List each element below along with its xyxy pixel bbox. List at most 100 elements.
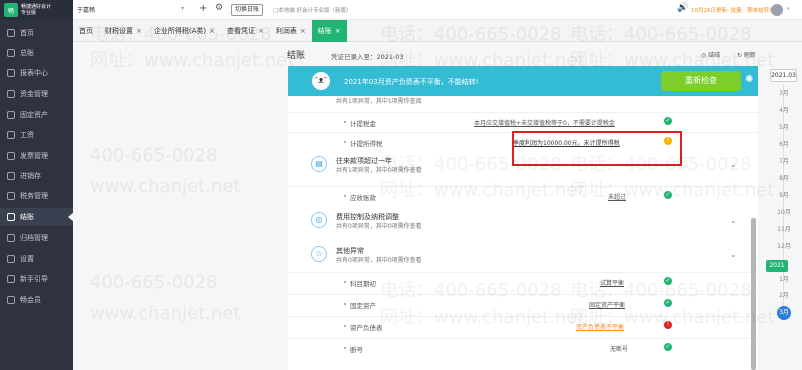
month-item[interactable]: 6月 (774, 139, 794, 151)
close-icon[interactable]: × (300, 27, 306, 35)
tab-view-voucher[interactable]: 查看凭证 × (221, 20, 270, 42)
tab-label: 企业所得税(A类) (153, 27, 207, 35)
bullet (344, 281, 346, 283)
tab-label: 查看凭证 (227, 27, 256, 35)
month-item[interactable]: 11月 (774, 224, 794, 236)
sidebar-item-label: 固定资产 (20, 111, 48, 119)
check-value[interactable]: 固定资产平衡 (589, 300, 625, 309)
close-icon[interactable]: × (335, 27, 341, 35)
chevron-down-icon[interactable]: ⌄ (730, 160, 737, 169)
tab-income-tax[interactable]: 企业所得税(A类) × (148, 20, 221, 42)
month-item[interactable]: 2月 (774, 290, 794, 302)
tab-income-statement[interactable]: 利润表 × (270, 20, 312, 42)
close-icon[interactable]: × (136, 27, 142, 35)
group-summary: 共有0项异常，其中0项需你查看 (336, 257, 422, 264)
chevron-down-icon[interactable]: ⌄ (730, 250, 737, 259)
mascot-icon: ᵔᴥᵔ (312, 72, 330, 90)
avatar[interactable] (771, 4, 783, 16)
home-icon (7, 29, 15, 37)
close-icon[interactable]: × (209, 27, 215, 35)
group-summary: 共有1项异常，其中1项需你查阅 (336, 98, 422, 105)
inventory-icon (7, 172, 15, 180)
sidebar-item-guide[interactable]: 新手引导 (0, 270, 73, 288)
month-item[interactable]: 3月 (774, 88, 794, 100)
sidebar-item-archive[interactable]: 归档管理 (0, 229, 73, 247)
month-item[interactable]: 7月 (774, 156, 794, 168)
sidebar-item-invoices[interactable]: 发票管理 (0, 147, 73, 165)
edition-notice: □本地端 好会计专业版（新版） (273, 8, 352, 14)
sidebar-item-tax[interactable]: 税务管理 (0, 187, 73, 205)
banner-message: 2021年03月资产负债表不平衡，不能结转! (344, 78, 479, 86)
month-item[interactable]: 4月 (774, 105, 794, 117)
sidebar-item-funds[interactable]: 资金管理 (0, 85, 73, 103)
scrollbar[interactable] (751, 218, 756, 370)
sidebar-item-inventory[interactable]: 进销存 (0, 167, 73, 185)
check-value[interactable]: 无断号 (610, 344, 628, 353)
month-item[interactable]: 12月 (774, 241, 794, 253)
month-item[interactable]: 9月 (774, 190, 794, 202)
brand-line2: 专业版 (21, 10, 37, 16)
month-item[interactable]: 10月 (774, 207, 794, 219)
chevron-down-icon[interactable]: ▾ (181, 5, 184, 12)
switch-ledger-button[interactable]: 切换日账 (231, 4, 264, 16)
period-select[interactable]: 2021.03 (770, 69, 797, 82)
sidebar-item-reports[interactable]: 报表中心 (0, 64, 73, 82)
check-row-opening-balance: 科目期初 试算平衡 ✓ (288, 272, 758, 290)
month-item[interactable]: 8月 (774, 173, 794, 185)
lightbulb-icon[interactable]: ✺ (745, 74, 753, 85)
membership-icon (7, 296, 15, 304)
close-icon[interactable]: × (258, 27, 264, 35)
sidebar: 畅 畅捷通好会计 专业版 首页 总账 报表中心 资金管理 固定资产 工资 发票管… (0, 0, 73, 370)
sidebar-item-membership[interactable]: 畅会员 (0, 291, 73, 309)
check-row-tax-accrual: 计提税金 本月应交增值税+未交增值税等于0，不需要计提税金 ✓ (288, 112, 758, 130)
update-notice-link[interactable]: 10月26日更新: 批量、期末结转优化 (691, 6, 780, 14)
sidebar-item-payroll[interactable]: 工资 (0, 126, 73, 144)
speaker-icon: 🔊 (677, 3, 689, 13)
gear-icon[interactable]: ⚙ (215, 3, 223, 13)
check-value[interactable]: 资产负债表不平衡 (576, 322, 624, 331)
sidebar-item-label: 新手引导 (20, 275, 48, 283)
check-result-banner: ᵔᴥᵔ 2021年03月资产负债表不平衡，不能结转! 重新检查 ✺ (288, 66, 758, 96)
chevron-down-icon[interactable]: ⌄ (730, 216, 737, 225)
highlight-annotation (512, 131, 682, 166)
chevron-down-icon[interactable]: ▾ (787, 6, 790, 12)
month-item[interactable]: 1月 (774, 274, 794, 286)
tab-bar: 首页 财税设置 × 企业所得税(A类) × 查看凭证 × 利润表 × 结账 × (73, 20, 802, 42)
tab-closing[interactable]: 结账 × (311, 20, 347, 42)
sidebar-item-ledger[interactable]: 总账 (0, 44, 73, 62)
funds-icon (7, 90, 15, 98)
recheck-button[interactable]: 重新检查 (661, 71, 741, 91)
payroll-icon (7, 131, 15, 139)
checkout-button[interactable]: ◎ 结结 (701, 50, 720, 59)
page-title: 结账 (287, 51, 306, 61)
sidebar-item-label: 首页 (20, 29, 34, 37)
sidebar-item-label: 资金管理 (20, 90, 48, 98)
check-ok-icon: ✓ (664, 343, 672, 351)
sidebar-item-home[interactable]: 首页 (0, 24, 73, 42)
month-selector: 2021.03 3月 4月 5月 6月 7月 8月 9月 10月 11月 12月… (765, 42, 802, 370)
add-icon[interactable]: + (199, 3, 207, 14)
check-value[interactable]: 试算平衡 (600, 278, 624, 287)
sidebar-item-label: 设置 (20, 255, 34, 263)
check-ok-icon: ✓ (664, 191, 672, 199)
tab-tax-settings[interactable]: 财税设置 × (99, 20, 148, 42)
sidebar-item-settings[interactable]: 设置 (0, 250, 73, 268)
year-marker: 2021 (766, 260, 788, 272)
check-value[interactable]: 未超过 (608, 192, 626, 201)
invoice-icon (7, 152, 15, 160)
company-name[interactable]: 于嘉畅 (77, 5, 95, 14)
assets-icon (7, 111, 15, 119)
tab-home[interactable]: 首页 (73, 20, 99, 42)
month-item-current[interactable]: 3月 (777, 306, 791, 320)
refresh-button[interactable]: ↻ 刷新 (737, 50, 756, 59)
brand-logo: 畅 (4, 3, 18, 17)
sidebar-item-closing[interactable]: 结账 (0, 208, 73, 226)
bullet (344, 121, 346, 123)
sidebar-item-assets[interactable]: 固定资产 (0, 106, 73, 124)
month-item[interactable]: 5月 (774, 122, 794, 134)
bullet (344, 141, 346, 143)
check-value[interactable]: 本月应交增值税+未交增值税等于0，不需要计提税金 (474, 118, 615, 127)
check-label: 计提税金 (350, 120, 376, 128)
check-ok-icon: ✓ (664, 117, 672, 125)
tax-icon (7, 192, 15, 200)
